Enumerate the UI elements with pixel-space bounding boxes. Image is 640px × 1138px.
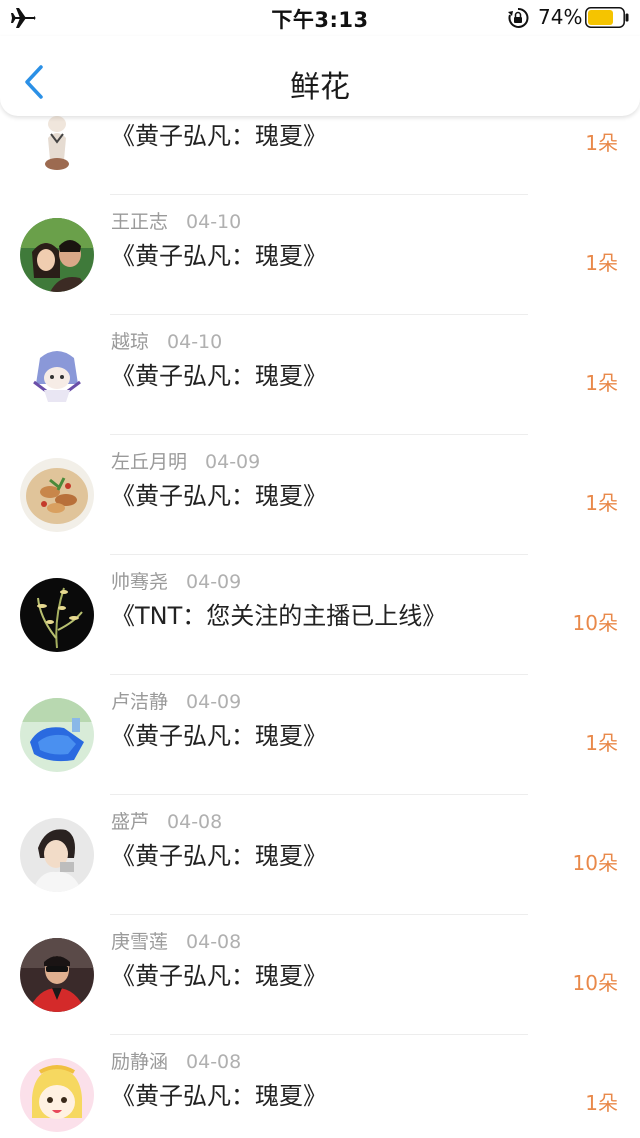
flower-count: 1朵 bbox=[585, 371, 618, 395]
gift-name: 《黄子弘凡：瑰夏》 bbox=[111, 482, 327, 510]
avatar[interactable] bbox=[20, 818, 94, 892]
page-title: 鲜花 bbox=[290, 70, 350, 105]
flower-count: 1朵 bbox=[585, 491, 618, 515]
avatar[interactable] bbox=[20, 1058, 94, 1132]
page: 下午3:13 74% 鲜花 《黄子弘凡：瑰夏》 1朵 王正志 04-10 《黄子… bbox=[0, 0, 640, 1138]
flower-count: 1朵 bbox=[585, 251, 618, 275]
gift-name: 《黄子弘凡：瑰夏》 bbox=[111, 1082, 327, 1110]
avatar[interactable] bbox=[20, 458, 94, 532]
gift-date: 04-09 bbox=[186, 691, 242, 713]
gift-name: 《黄子弘凡：瑰夏》 bbox=[111, 122, 327, 150]
gift-name: 《黄子弘凡：瑰夏》 bbox=[111, 842, 327, 870]
gift-date: 04-09 bbox=[186, 571, 242, 593]
avatar[interactable] bbox=[20, 698, 94, 772]
gift-name: 《黄子弘凡：瑰夏》 bbox=[111, 722, 327, 750]
gift-date: 04-09 bbox=[205, 451, 261, 473]
user-name[interactable]: 左丘月明 bbox=[111, 451, 187, 473]
user-name[interactable]: 卢洁静 bbox=[111, 691, 168, 713]
flower-count: 10朵 bbox=[572, 971, 618, 995]
battery-icon bbox=[585, 7, 629, 28]
user-meta: 帅骞尧 04-09 bbox=[111, 567, 241, 594]
list-item[interactable]: 庚雪莲 04-08 《黄子弘凡：瑰夏》 10朵 bbox=[0, 915, 640, 1035]
list-item[interactable]: 盛芦 04-08 《黄子弘凡：瑰夏》 10朵 bbox=[0, 795, 640, 915]
list-item[interactable]: 越琼 04-10 《黄子弘凡：瑰夏》 1朵 bbox=[0, 315, 640, 435]
list-item[interactable]: 左丘月明 04-09 《黄子弘凡：瑰夏》 1朵 bbox=[0, 435, 640, 555]
avatar[interactable] bbox=[20, 338, 94, 412]
user-name[interactable]: 越琼 bbox=[111, 331, 149, 353]
flower-gift-list: 《黄子弘凡：瑰夏》 1朵 王正志 04-10 《黄子弘凡：瑰夏》 1朵 越琼 0… bbox=[0, 75, 640, 1138]
user-name[interactable]: 帅骞尧 bbox=[111, 571, 168, 593]
user-meta: 王正志 04-10 bbox=[111, 207, 241, 234]
gift-date: 04-08 bbox=[167, 811, 223, 833]
user-meta: 庚雪莲 04-08 bbox=[111, 927, 241, 954]
status-bar: 下午3:13 74% bbox=[0, 0, 640, 36]
battery-percent: 74% bbox=[538, 5, 583, 29]
avatar[interactable] bbox=[20, 218, 94, 292]
flower-count: 1朵 bbox=[585, 131, 618, 155]
gift-date: 04-08 bbox=[186, 1051, 242, 1073]
gift-name: 《黄子弘凡：瑰夏》 bbox=[111, 362, 327, 390]
gift-name: 《黄子弘凡：瑰夏》 bbox=[111, 962, 327, 990]
user-name[interactable]: 盛芦 bbox=[111, 811, 149, 833]
rotation-lock-icon bbox=[508, 7, 529, 28]
user-meta: 越琼 04-10 bbox=[111, 327, 222, 354]
flower-count: 10朵 bbox=[572, 851, 618, 875]
gift-name: 《TNT：您关注的主播已上线》 bbox=[111, 602, 447, 630]
list-item[interactable]: 励静涵 04-08 《黄子弘凡：瑰夏》 1朵 bbox=[0, 1035, 640, 1138]
list-item[interactable]: 帅骞尧 04-09 《TNT：您关注的主播已上线》 10朵 bbox=[0, 555, 640, 675]
gift-date: 04-08 bbox=[186, 931, 242, 953]
gift-date: 04-10 bbox=[167, 331, 223, 353]
gift-name: 《黄子弘凡：瑰夏》 bbox=[111, 242, 327, 270]
flower-count: 10朵 bbox=[572, 611, 618, 635]
user-name[interactable]: 励静涵 bbox=[111, 1051, 168, 1073]
user-name[interactable]: 庚雪莲 bbox=[111, 931, 168, 953]
avatar[interactable] bbox=[20, 578, 94, 652]
user-meta: 盛芦 04-08 bbox=[111, 807, 222, 834]
list-item[interactable]: 王正志 04-10 《黄子弘凡：瑰夏》 1朵 bbox=[0, 195, 640, 315]
user-meta: 卢洁静 04-09 bbox=[111, 687, 241, 714]
user-meta: 励静涵 04-08 bbox=[111, 1047, 241, 1074]
flower-count: 1朵 bbox=[585, 1091, 618, 1115]
avatar[interactable] bbox=[20, 938, 94, 1012]
user-meta: 左丘月明 04-09 bbox=[111, 447, 260, 474]
list-item[interactable]: 卢洁静 04-09 《黄子弘凡：瑰夏》 1朵 bbox=[0, 675, 640, 795]
flower-count: 1朵 bbox=[585, 731, 618, 755]
nav-bar: 鲜花 bbox=[0, 36, 640, 116]
user-name[interactable]: 王正志 bbox=[111, 211, 168, 233]
gift-date: 04-10 bbox=[186, 211, 242, 233]
